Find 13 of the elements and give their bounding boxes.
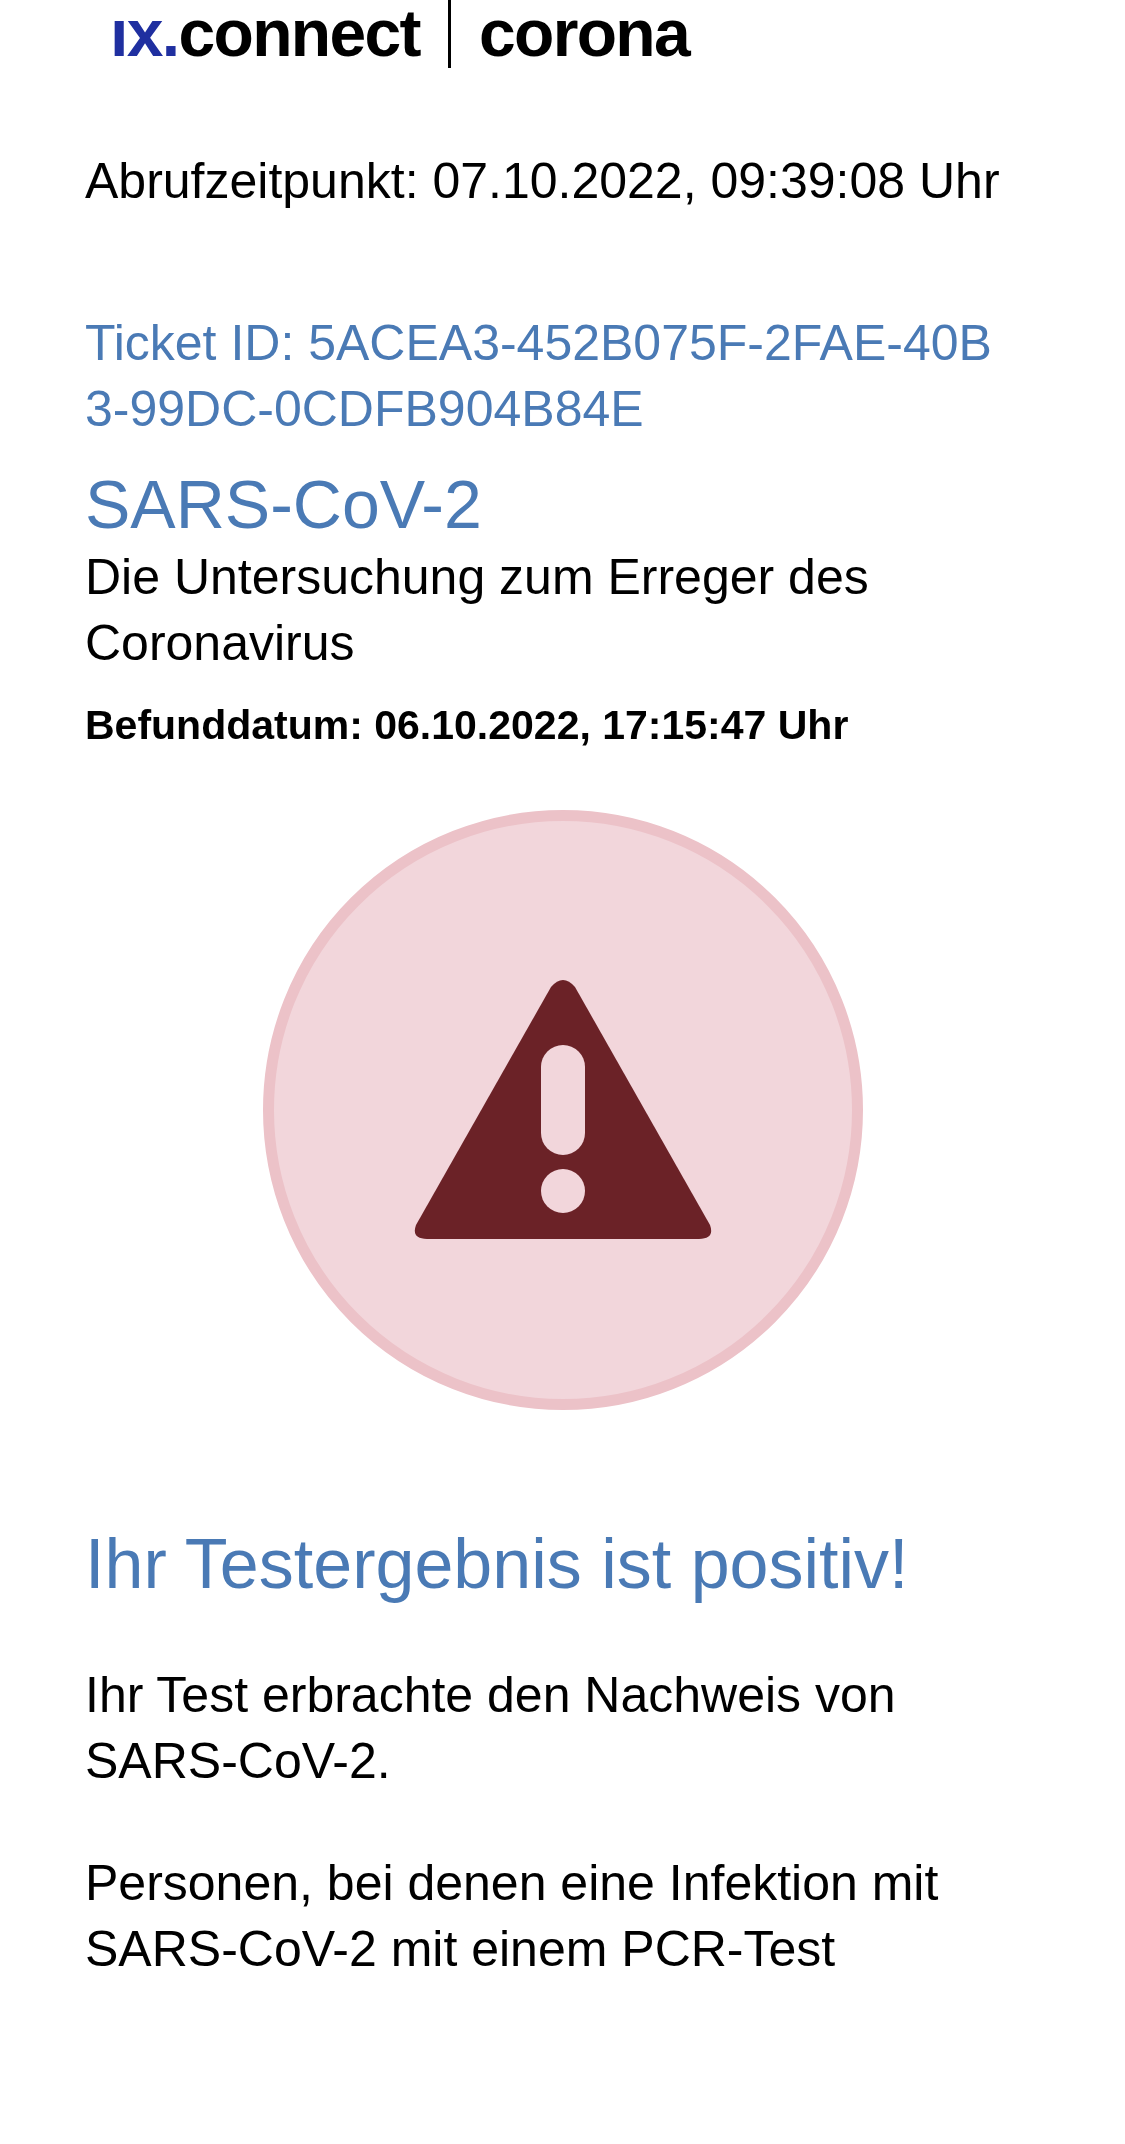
body-paragraph: Ihr Test erbrachte den Nachweis von SARS-CoV-2. (85, 1666, 897, 1791)
test-subtitle: Die Untersuchung zum Erreger des Coronavirus (85, 548, 870, 673)
ticket-id: Ticket ID: 5ACEA3-452B075F-2FAE-40B3-99DC-0CDFB904B84E (85, 314, 993, 439)
warning-icon (412, 979, 713, 1241)
body-paragraph: Personen, bei denen eine Infektion mit SARS-CoV-2 mit einem PCR-Test (85, 1854, 940, 1979)
result-date: Befunddatum: 06.10.2022, 17:15:47 Uhr (85, 701, 850, 750)
test-title: SARS-CoV-2 (85, 465, 483, 544)
retrieval-time: Abrufzeitpunkt: 07.10.2022, 09:39:08 Uhr (85, 152, 1001, 211)
logo-section: corona (478, 0, 690, 66)
result-heading: Ihr Testergebnis ist positiv! (85, 1524, 910, 1605)
logo-product: connect (178, 0, 420, 66)
logo-divider (447, 0, 451, 68)
logo-brand: ıx. (110, 0, 179, 66)
